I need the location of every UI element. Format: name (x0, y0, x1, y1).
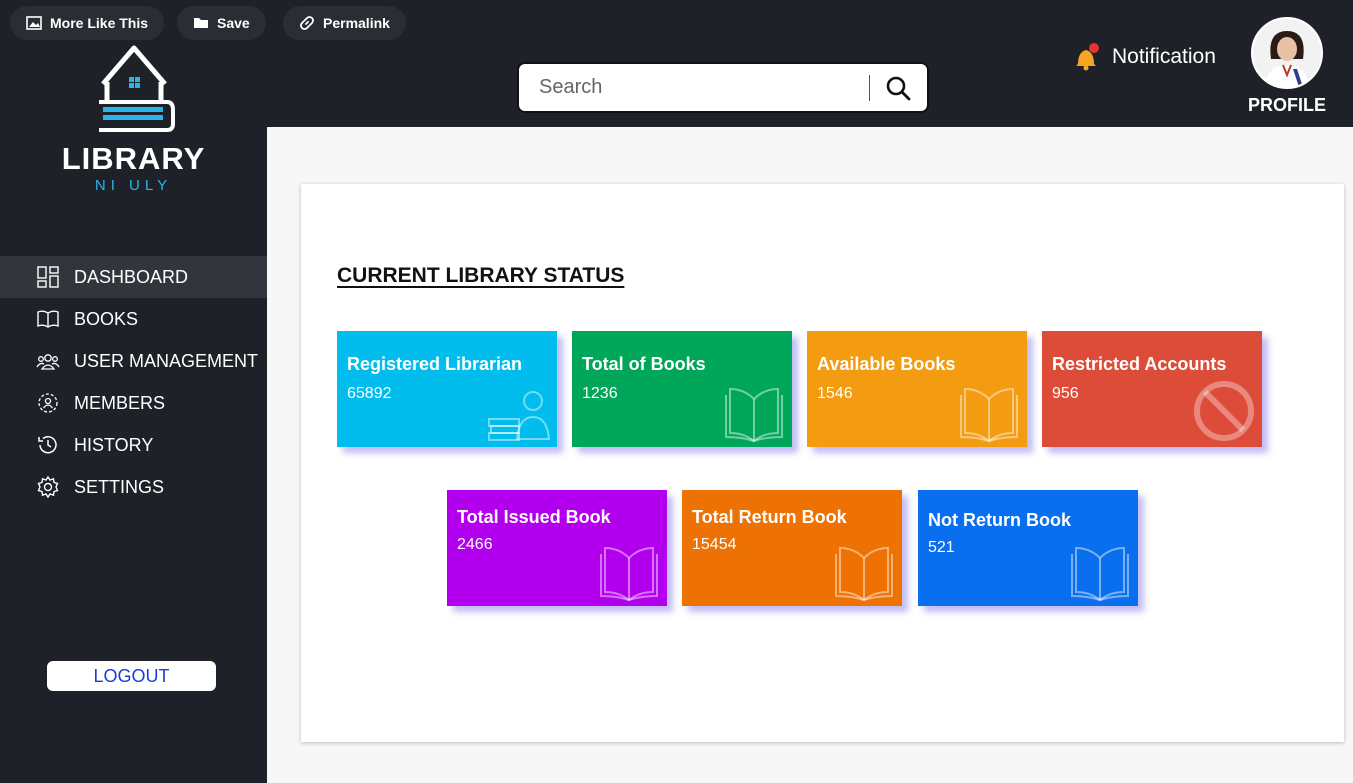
open-book-icon (600, 546, 658, 602)
search-icon (886, 76, 911, 100)
search-button[interactable] (870, 64, 926, 111)
library-logo: LIBRARY NI ULY (0, 40, 267, 194)
card-restricted-accounts[interactable]: Restricted Accounts 956 (1042, 331, 1262, 447)
sidebar-nav: DASHBOARD BOOKS USER MANAGEMENT MEMBERS … (0, 256, 267, 508)
sidebar-item-label: SETTINGS (74, 476, 165, 497)
status-panel: CURRENT LIBRARY STATUS Registered Librar… (301, 184, 1344, 742)
sidebar-item-history[interactable]: HISTORY (0, 424, 267, 466)
sidebar-item-user-management[interactable]: USER MANAGEMENT (0, 340, 267, 382)
card-title: Total Issued Book (457, 507, 611, 527)
card-title: Total Return Book (692, 507, 847, 527)
sidebar-item-settings[interactable]: SETTINGS (0, 466, 267, 508)
folder-icon (194, 18, 208, 28)
more-like-this-button[interactable]: More Like This (10, 6, 165, 40)
dashboard-icon (37, 266, 59, 288)
house-book-icon (98, 45, 175, 132)
open-book-icon (1071, 546, 1129, 602)
restricted-icon (1194, 381, 1254, 441)
card-title: Total of Books (582, 354, 706, 374)
card-title: Registered Librarian (347, 354, 523, 374)
book-icon (37, 310, 59, 328)
save-button[interactable]: Save (177, 6, 266, 40)
card-title: Restricted Accounts (1052, 354, 1227, 374)
card-available-books[interactable]: Available Books 1546 (807, 331, 1027, 447)
avatar[interactable] (1251, 17, 1323, 89)
save-label: Save (217, 15, 250, 31)
librarian-icon (488, 391, 551, 441)
search-input[interactable] (519, 76, 869, 99)
sidebar-item-dashboard[interactable]: DASHBOARD (0, 256, 267, 298)
main-content: CURRENT LIBRARY STATUS Registered Librar… (267, 127, 1353, 783)
permalink-button[interactable]: Permalink (283, 6, 406, 40)
users-icon (36, 354, 60, 370)
logout-button[interactable]: LOGOUT (47, 661, 216, 691)
open-book-icon (960, 387, 1018, 443)
sidebar-item-label: HISTORY (74, 434, 154, 455)
sidebar-item-label: MEMBERS (74, 392, 166, 413)
open-book-icon (835, 546, 893, 602)
search-bar (517, 62, 929, 113)
sidebar-item-label: USER MANAGEMENT (74, 350, 259, 371)
gear-icon (37, 475, 59, 499)
card-title: Available Books (817, 354, 956, 374)
sidebar-item-label: DASHBOARD (74, 266, 189, 287)
profile-photo (1253, 19, 1321, 87)
history-icon (38, 436, 57, 454)
card-title: Not Return Book (928, 510, 1071, 530)
notification-label: Notification (1112, 45, 1216, 68)
profile-label[interactable]: PROFILE (1230, 95, 1344, 116)
image-icon (26, 16, 42, 30)
card-total-issued-book[interactable]: Total Issued Book 2466 (447, 490, 667, 606)
open-book-icon (725, 387, 783, 443)
logo-subtitle: NI ULY (94, 177, 173, 194)
card-total-of-books[interactable]: Total of Books 1236 (572, 331, 792, 447)
more-like-this-label: More Like This (50, 15, 149, 31)
sidebar-item-members[interactable]: MEMBERS (0, 382, 267, 424)
permalink-label: Permalink (323, 15, 390, 31)
link-icon (300, 16, 314, 30)
card-not-return-book[interactable]: Not Return Book 521 (918, 490, 1138, 606)
sidebar-item-label: BOOKS (74, 308, 139, 329)
sidebar-item-books[interactable]: BOOKS (0, 298, 267, 340)
card-total-return-book[interactable]: Total Return Book 15454 (682, 490, 902, 606)
card-registered-librarian[interactable]: Registered Librarian 65892 (337, 331, 557, 447)
notification-button[interactable]: Notification (1072, 42, 1216, 72)
members-icon (38, 393, 58, 413)
logo-name: LIBRARY (61, 141, 206, 176)
section-title: CURRENT LIBRARY STATUS (337, 264, 625, 287)
bell-icon (1076, 43, 1099, 71)
